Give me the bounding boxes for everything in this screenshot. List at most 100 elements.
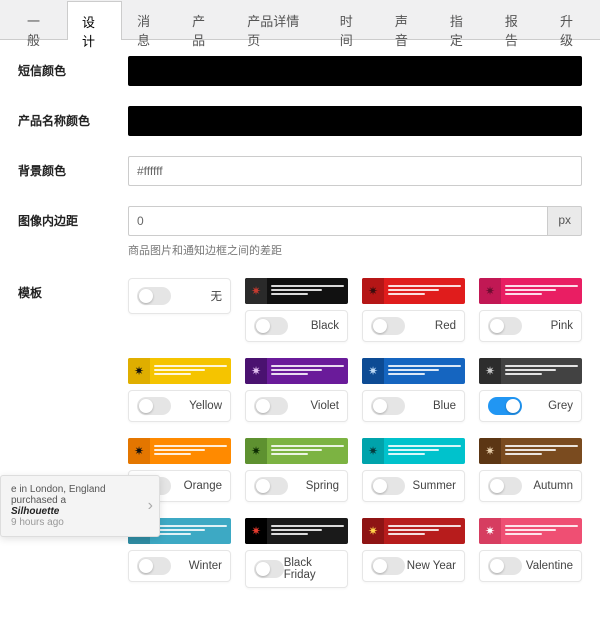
preview-lines [267, 442, 348, 460]
img-padding-hint: 商品图片和通知边框之间的差距 [128, 242, 582, 258]
template-option-red[interactable]: Red [362, 310, 465, 342]
template-option-black[interactable]: Black [245, 310, 348, 342]
tab-time[interactable]: 时间 [325, 0, 380, 39]
template-name: Red [435, 320, 456, 332]
preview-lines [267, 522, 348, 540]
preview-lines [384, 442, 465, 460]
template-option-winter[interactable]: Winter [128, 550, 231, 582]
template-option-yellow[interactable]: Yellow [128, 390, 231, 422]
template-tile-blue: ✷ Blue [362, 358, 465, 422]
template-toggle[interactable] [254, 560, 284, 578]
template-name: Black [311, 320, 339, 332]
template-preview: ✷ [245, 358, 348, 384]
template-name: Summer [413, 480, 456, 492]
preview-lines [384, 522, 465, 540]
tab-messages[interactable]: 消息 [122, 0, 177, 39]
template-tile-newyear: ✷ New Year [362, 518, 465, 588]
template-name: Winter [189, 560, 222, 572]
bug-icon: ✷ [479, 438, 501, 464]
template-option-blue[interactable]: Blue [362, 390, 465, 422]
template-grid: 无 ✷ Black ✷ Red ✷ Pink ✷ Yellow ✷ Violet ✷ Blue ✷ Grey… [128, 278, 582, 588]
tab-sound[interactable]: 声音 [380, 0, 435, 39]
template-preview: ✷ [245, 438, 348, 464]
template-name: Valentine [526, 560, 573, 572]
template-preview: ✷ [479, 278, 582, 304]
template-toggle[interactable] [137, 557, 171, 575]
preview-lines [384, 362, 465, 380]
template-toggle[interactable] [254, 397, 288, 415]
template-toggle[interactable] [371, 317, 405, 335]
template-tile-yellow: ✷ Yellow [128, 358, 231, 422]
template-preview: ✷ [479, 438, 582, 464]
template-option-none[interactable]: 无 [128, 278, 231, 314]
template-option-autumn[interactable]: Autumn [479, 470, 582, 502]
template-option-newyear[interactable]: New Year [362, 550, 465, 582]
img-padding-input[interactable] [128, 206, 548, 236]
template-preview: ✷ [362, 358, 465, 384]
template-toggle[interactable] [371, 557, 405, 575]
template-option-blackfriday[interactable]: Black Friday [245, 550, 348, 588]
tab-products[interactable]: 产品 [177, 0, 232, 39]
template-preview: ✷ [245, 518, 348, 544]
tab-assign[interactable]: 指定 [435, 0, 490, 39]
template-tile-pink: ✷ Pink [479, 278, 582, 342]
template-option-valentine[interactable]: Valentine [479, 550, 582, 582]
label-product-name-color: 产品名称颜色 [18, 106, 128, 129]
template-toggle[interactable] [254, 477, 288, 495]
preview-lines [501, 282, 582, 300]
settings-panel: 短信颜色 产品名称颜色 背景颜色 图像内边距 px 商品图片和通知边框之间的差距… [0, 40, 600, 638]
bg-color-input[interactable] [128, 156, 582, 186]
tabs-bar: 一般 设计 消息 产品 产品详情页 时间 声音 指定 报告 升级 [0, 0, 600, 40]
template-name: Pink [551, 320, 573, 332]
template-option-pink[interactable]: Pink [479, 310, 582, 342]
template-toggle[interactable] [371, 397, 405, 415]
preview-lines [150, 442, 231, 460]
template-toggle[interactable] [137, 287, 171, 305]
bug-icon: ✷ [245, 518, 267, 544]
template-preview: ✷ [362, 278, 465, 304]
template-toggle[interactable] [137, 397, 171, 415]
tab-product-detail[interactable]: 产品详情页 [232, 0, 325, 39]
toast-line3: 9 hours ago [11, 517, 149, 528]
template-name: Violet [310, 400, 339, 412]
bug-icon: ✷ [245, 358, 267, 384]
tab-design[interactable]: 设计 [67, 1, 122, 40]
template-toggle[interactable] [488, 477, 522, 495]
sms-color-swatch[interactable] [128, 56, 582, 86]
template-option-spring[interactable]: Spring [245, 470, 348, 502]
product-name-color-swatch[interactable] [128, 106, 582, 136]
label-template: 模板 [18, 278, 128, 301]
template-preview: ✷ [479, 358, 582, 384]
template-tile-red: ✷ Red [362, 278, 465, 342]
template-option-violet[interactable]: Violet [245, 390, 348, 422]
template-toggle[interactable] [254, 317, 288, 335]
template-tile-grey: ✷ Grey [479, 358, 582, 422]
purchase-toast[interactable]: e in London, England purchased a Silhoue… [0, 475, 160, 537]
template-option-grey[interactable]: Grey [479, 390, 582, 422]
label-sms-color: 短信颜色 [18, 56, 128, 79]
template-name: Blue [433, 400, 456, 412]
template-preview: ✷ [362, 518, 465, 544]
tab-report[interactable]: 报告 [490, 0, 545, 39]
bug-icon: ✷ [245, 278, 267, 304]
bug-icon: ✷ [479, 518, 501, 544]
bug-icon: ✷ [362, 518, 384, 544]
template-toggle[interactable] [488, 397, 522, 415]
template-toggle[interactable] [488, 317, 522, 335]
template-preview: ✷ [128, 358, 231, 384]
bug-icon: ✷ [362, 278, 384, 304]
template-name: Yellow [189, 400, 222, 412]
tab-general[interactable]: 一般 [12, 0, 67, 39]
preview-lines [501, 362, 582, 380]
template-name: New Year [407, 560, 456, 572]
bug-icon: ✷ [479, 358, 501, 384]
template-preview: ✷ [245, 278, 348, 304]
template-tile-blackfriday: ✷ Black Friday [245, 518, 348, 588]
template-name: 无 [211, 288, 223, 304]
template-tile-none: 无 [128, 278, 231, 342]
preview-lines [150, 522, 231, 540]
template-toggle[interactable] [371, 477, 405, 495]
tab-upgrade[interactable]: 升级 [545, 0, 600, 39]
template-toggle[interactable] [488, 557, 522, 575]
template-option-summer[interactable]: Summer [362, 470, 465, 502]
